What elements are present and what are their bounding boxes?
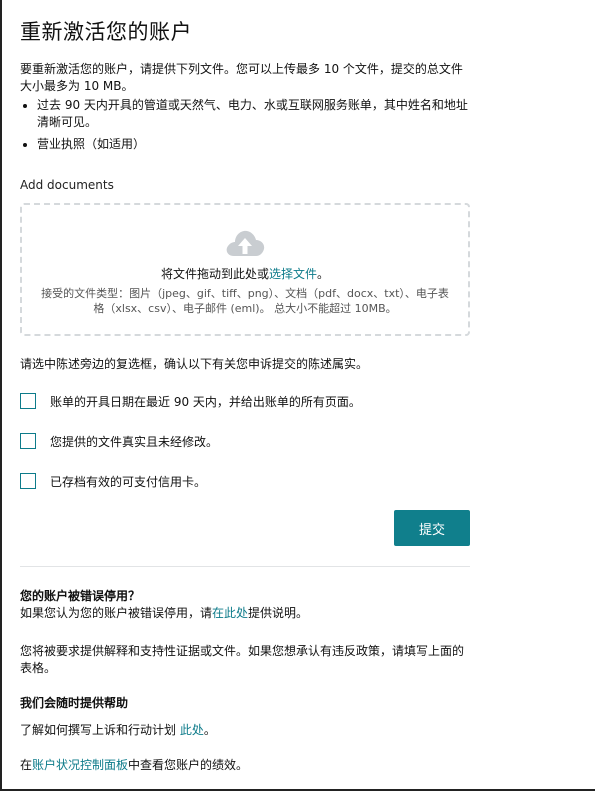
reactivate-account-form: 重新激活您的账户 要重新激活您的账户，请提供下列文件。您可以上传最多 10 个文… (20, 0, 470, 774)
explain-here-link[interactable]: 在此处 (212, 606, 248, 620)
checkbox-row-bill-date[interactable]: 账单的开具日期在最近 90 天内，并给出账单的所有页面。 (20, 381, 470, 421)
page-title: 重新激活您的账户 (20, 20, 192, 44)
list-item: 营业执照（如适用） (37, 136, 470, 153)
required-docs-list: 过去 90 天内开具的管道或天然气、电力、水或互联网服务账单，其中姓名和地址清晰… (20, 97, 470, 153)
confirm-instruction: 请选中陈述旁边的复选框，确认以下有关您申诉提交的陈述属实。 (20, 357, 369, 371)
drop-suffix: 。 (317, 267, 330, 281)
submit-area: 提交 (20, 510, 470, 562)
window-left-border (0, 0, 2, 791)
checkbox-label: 您提供的文件真实且未经修改。 (50, 434, 219, 449)
credit-card-checkbox[interactable] (20, 473, 36, 489)
checkbox-label: 已存档有效的可支付信用卡。 (50, 474, 207, 489)
submit-button[interactable]: 提交 (394, 510, 470, 546)
checkbox-row-credit-card[interactable]: 已存档有效的可支付信用卡。 (20, 461, 470, 501)
file-dropzone[interactable]: 将文件拖动到此处或选择文件。 接受的文件类型：图片（jpeg、gif、tiff、… (20, 203, 470, 336)
appeal-prefix: 了解如何撰写上诉和行动计划 (20, 723, 180, 737)
bill-date-checkbox[interactable] (20, 393, 36, 409)
cloud-upload-icon (226, 230, 265, 256)
dashboard-prefix: 在 (20, 758, 33, 772)
appeal-help-text: 了解如何撰写上诉和行动计划 此处。 (20, 722, 470, 739)
checkbox-row-authentic[interactable]: 您提供的文件真实且未经修改。 (20, 421, 470, 461)
list-item: 过去 90 天内开具的管道或天然气、电力、水或互联网服务账单，其中姓名和地址清晰… (37, 97, 470, 131)
help-heading: 我们会随时提供帮助 (20, 696, 129, 710)
dashboard-text: 在账户状况控制面板中查看您账户的绩效。 (20, 757, 470, 774)
appeal-here-link[interactable]: 此处 (180, 723, 204, 737)
drop-prefix: 将文件拖动到此处或 (160, 267, 269, 281)
account-health-dashboard-link[interactable]: 账户状况控制面板 (32, 758, 128, 772)
wrongly-deactivated-heading: 您的账户被错误停用？ (20, 589, 141, 603)
divider (20, 566, 470, 567)
intro-text: 要重新激活您的账户，请提供下列文件。您可以上传最多 10 个文件，提交的总文件大… (20, 62, 463, 93)
evidence-text: 您将被要求提供解释和支持性证据或文件。如果您想承认有违反政策，请填写上面的表格。 (20, 644, 465, 675)
wrongly-deactivated-text: 如果您认为您的账户被错误停用，请在此处提供说明。 (20, 605, 470, 622)
appeal-suffix: 。 (203, 723, 216, 737)
add-documents-label: Add documents (20, 178, 114, 192)
confirmation-checklist: 账单的开具日期在最近 90 天内，并给出账单的所有页面。 您提供的文件真实且未经… (20, 381, 470, 501)
authentic-docs-checkbox[interactable] (20, 433, 36, 449)
choose-file-link[interactable]: 选择文件 (269, 267, 317, 281)
wrong-suffix: 提供说明。 (248, 606, 309, 620)
wrong-prefix: 如果您认为您的账户被错误停用，请 (20, 606, 213, 620)
drop-instructions: 将文件拖动到此处或选择文件。 (22, 265, 468, 282)
accepted-file-types: 接受的文件类型：图片（jpeg、gif、tiff、png）、文档（pdf、doc… (41, 287, 449, 315)
checkbox-label: 账单的开具日期在最近 90 天内，并给出账单的所有页面。 (50, 394, 361, 409)
dashboard-suffix: 中查看您账户的绩效。 (128, 758, 249, 772)
